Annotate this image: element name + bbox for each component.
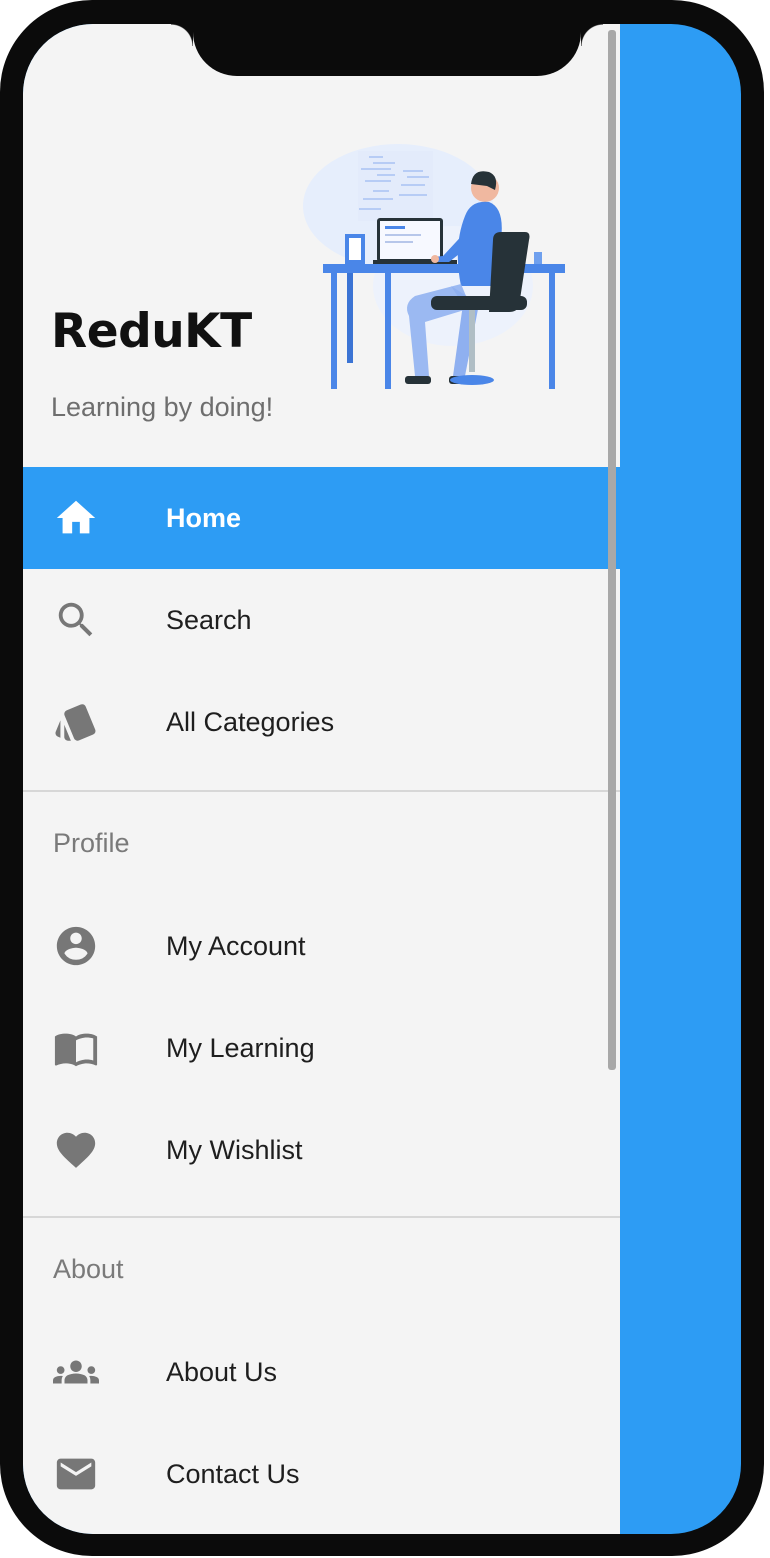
drawer-item-label: My Learning [166, 1033, 315, 1063]
heart-icon [56, 1132, 96, 1168]
phone-frame: ReduKT Learning by doing! Home Search Al… [0, 0, 764, 1556]
brand-title: ReduKT [51, 304, 252, 359]
drawer-item-label: My Wishlist [166, 1135, 303, 1165]
drawer-item-my-account[interactable]: My Account [23, 895, 620, 997]
mail-icon [56, 1458, 96, 1490]
categories-icon [55, 704, 96, 741]
drawer-item-my-wishlist[interactable]: My Wishlist [23, 1099, 620, 1201]
book-icon [54, 1033, 98, 1067]
phone-notch [171, 24, 603, 76]
drawer-item-contact-us[interactable]: Contact Us [23, 1423, 620, 1525]
navigation-drawer: ReduKT Learning by doing! Home Search Al… [23, 24, 620, 1534]
drawer-item-all-categories[interactable]: All Categories [23, 671, 620, 773]
divider [23, 1216, 620, 1218]
screen: ReduKT Learning by doing! Home Search Al… [23, 24, 741, 1534]
section-header-about: About [53, 1254, 124, 1284]
people-icon [53, 1360, 99, 1384]
home-icon [56, 500, 96, 534]
drawer-scrollbar[interactable] [608, 30, 616, 1070]
drawer-item-home[interactable]: Home [23, 467, 620, 569]
drawer-item-my-learning[interactable]: My Learning [23, 997, 620, 1099]
drawer-item-label: All Categories [166, 707, 335, 737]
divider [23, 790, 620, 792]
drawer-item-search[interactable]: Search [23, 569, 620, 671]
drawer-item-label: Search [166, 605, 252, 635]
drawer-item-label: About Us [166, 1357, 278, 1387]
drawer-item-label: Home [166, 503, 242, 533]
search-icon [58, 602, 93, 637]
section-header-profile: Profile [53, 828, 130, 858]
drawer-item-label: Contact Us [166, 1459, 300, 1489]
account-circle-icon [56, 926, 96, 966]
drawer-item-about-us[interactable]: About Us [23, 1321, 620, 1423]
person-at-desk-illustration [303, 144, 565, 389]
drawer-item-label: My Account [166, 931, 306, 961]
brand-tagline: Learning by doing! [51, 392, 274, 422]
